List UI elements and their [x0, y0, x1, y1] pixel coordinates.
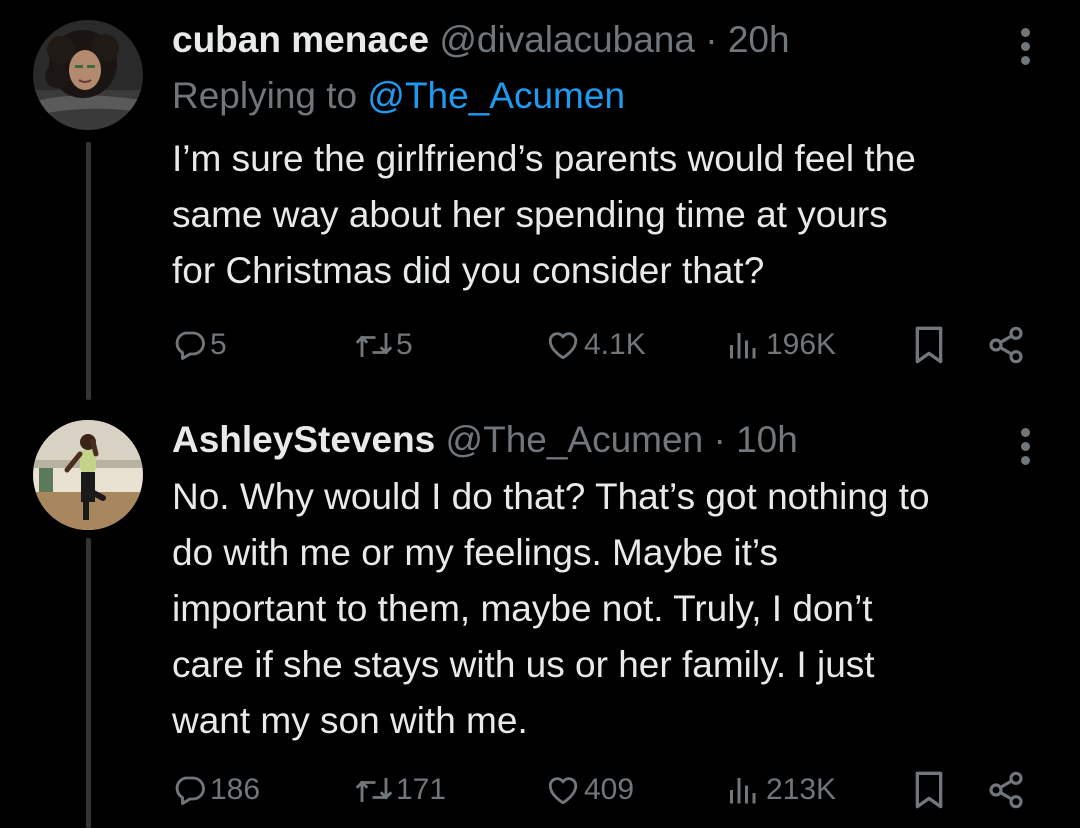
- tweet-cuban-menace[interactable]: cuban menace @divalacubana · 20h Replyin…: [0, 0, 1080, 400]
- tweet-text-line: care if she stays with us or her family.…: [172, 644, 875, 685]
- bookmark-button[interactable]: [912, 770, 946, 810]
- user-handle[interactable]: @The_Acumen: [446, 419, 704, 460]
- tweet-text-line: No. Why would I do that? That’s got noth…: [172, 476, 930, 517]
- tweet-text-line: for Christmas did you consider that?: [172, 250, 765, 291]
- display-name[interactable]: cuban menace: [172, 19, 429, 60]
- bookmark-button[interactable]: [912, 325, 946, 365]
- tweet-text: I’m sure the girlfriend’s parents would …: [172, 131, 1052, 299]
- bookmark-icon: [915, 771, 943, 809]
- repost-icon: [355, 333, 393, 357]
- reply-button[interactable]: 186: [172, 770, 260, 810]
- views-button[interactable]: 196K: [726, 325, 836, 365]
- display-name[interactable]: AshleyStevens: [172, 419, 435, 460]
- tweet-text-line: important to them, maybe not. Truly, I d…: [172, 588, 873, 629]
- replying-mention-link[interactable]: @The_Acumen: [367, 75, 625, 116]
- repost-button[interactable]: 5: [354, 325, 413, 365]
- share-icon: [989, 326, 1023, 364]
- replying-to: Replying to @The_Acumen: [172, 74, 625, 118]
- tweet-ashley-stevens[interactable]: AshleyStevens @The_Acumen · 10h No. Why …: [0, 400, 1080, 828]
- tweet-header: cuban menace @divalacubana · 20h: [172, 18, 790, 62]
- avatar-image: [33, 20, 143, 130]
- user-handle[interactable]: @divalacubana: [439, 19, 695, 60]
- more-icon[interactable]: [1018, 428, 1032, 470]
- timestamp[interactable]: 10h: [736, 419, 798, 460]
- bookmark-icon: [915, 326, 943, 364]
- avatar[interactable]: [33, 20, 143, 130]
- thread-line: [86, 538, 91, 828]
- tweet-text-line: I’m sure the girlfriend’s parents would …: [172, 138, 916, 179]
- heart-icon: [548, 777, 578, 805]
- share-button[interactable]: [986, 770, 1026, 810]
- views-icon: [730, 333, 756, 359]
- views-icon: [730, 778, 756, 804]
- reply-icon: [175, 331, 205, 360]
- share-button[interactable]: [986, 325, 1026, 365]
- tweet-text-line: want my son with me.: [172, 700, 528, 741]
- heart-icon: [548, 332, 578, 360]
- like-button[interactable]: 409: [544, 770, 634, 810]
- like-count: 4.1K: [584, 328, 646, 361]
- like-count: 409: [584, 773, 635, 806]
- reply-button[interactable]: 5: [172, 325, 227, 365]
- separator-dot: ·: [705, 19, 718, 60]
- replying-prefix: Replying to: [172, 75, 358, 116]
- action-bar: 5 5 4.1K 196K: [172, 325, 1032, 365]
- like-button[interactable]: 4.1K: [544, 325, 646, 365]
- tweet-text: No. Why would I do that? That’s got noth…: [172, 469, 1052, 749]
- avatar[interactable]: [33, 420, 143, 530]
- action-bar: 186 171 409 213K: [172, 770, 1032, 810]
- share-icon: [989, 771, 1023, 809]
- timestamp[interactable]: 20h: [728, 19, 790, 60]
- tweet-header: AshleyStevens @The_Acumen · 10h: [172, 418, 798, 462]
- repost-count: 5: [396, 328, 413, 361]
- tweet-text-line: do with me or my feelings. Maybe it’s: [172, 532, 778, 573]
- more-icon[interactable]: [1018, 28, 1032, 70]
- views-button[interactable]: 213K: [726, 770, 836, 810]
- reply-count: 5: [210, 328, 227, 361]
- repost-button[interactable]: 171: [354, 770, 446, 810]
- thread-line: [86, 142, 91, 400]
- view-count: 196K: [766, 328, 837, 361]
- reply-count: 186: [210, 773, 261, 806]
- repost-count: 171: [396, 773, 447, 806]
- reply-icon: [175, 776, 205, 805]
- separator-dot: ·: [713, 419, 726, 460]
- tweet-text-line: same way about her spending time at your…: [172, 194, 888, 235]
- view-count: 213K: [766, 773, 837, 806]
- avatar-image: [33, 420, 143, 530]
- repost-icon: [355, 778, 393, 802]
